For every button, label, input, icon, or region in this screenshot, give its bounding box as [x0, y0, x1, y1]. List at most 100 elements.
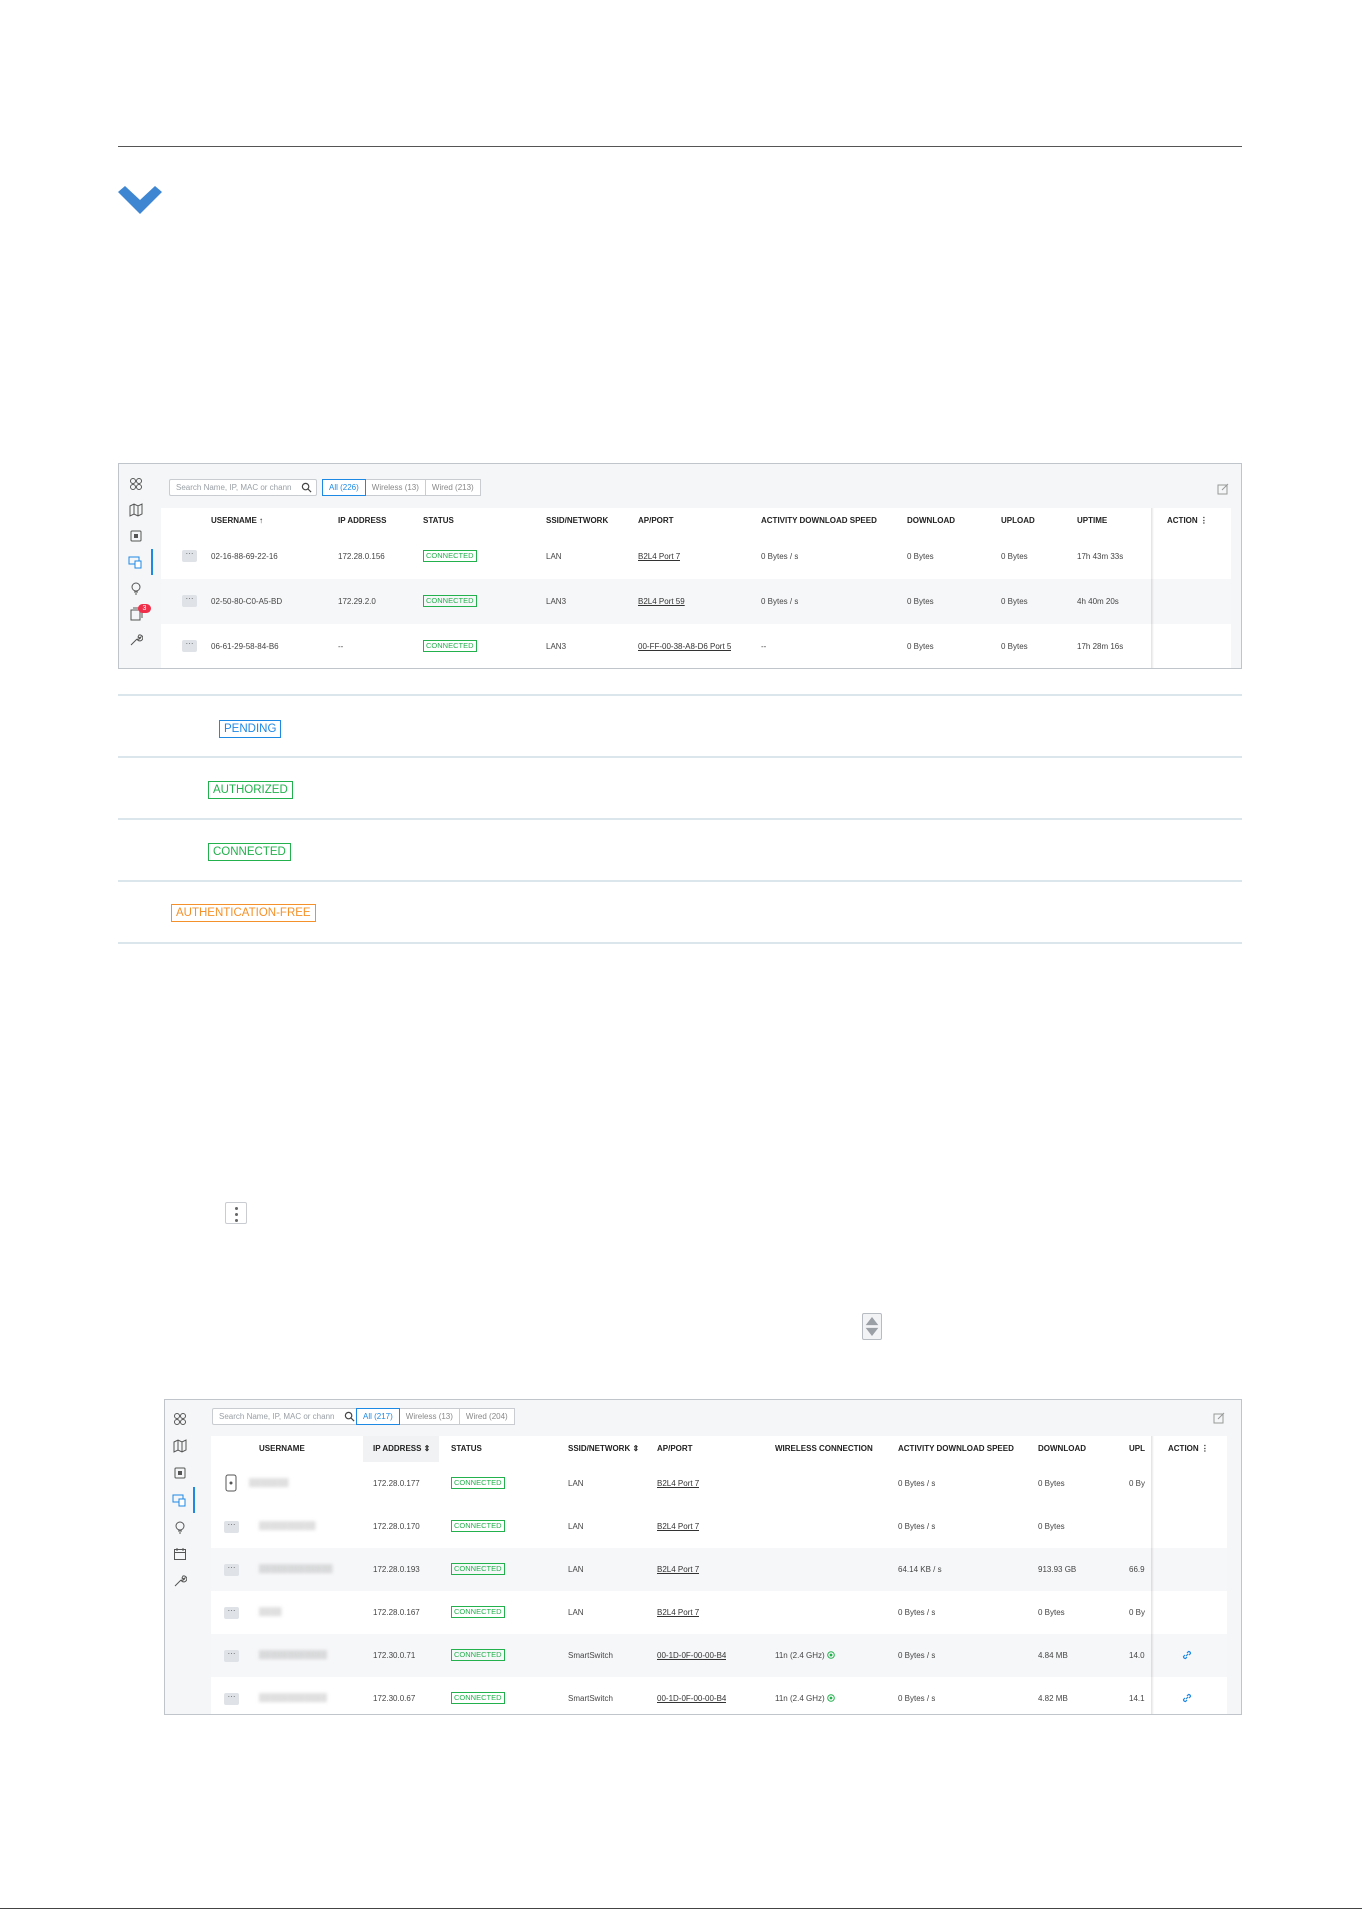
ap-port-link[interactable]: 00-FF-00-38-A8-D6 Port 5: [638, 642, 731, 651]
col-ip-address[interactable]: IP ADDRESS ⇕: [373, 1436, 430, 1462]
clients-table: USERNAME IP ADDRESS ⇕ STATUS SSID/NETWOR…: [211, 1436, 1227, 1714]
status-badge: CONNECTED: [451, 1477, 505, 1489]
more-button[interactable]: ···: [224, 1693, 239, 1705]
col-username[interactable]: USERNAME ↑: [211, 508, 263, 534]
table-row[interactable]: ··· ▒▒▒▒▒▒▒▒▒▒ 172.28.0.170 CONNECTED LA…: [211, 1505, 1227, 1548]
col-ssid-network[interactable]: SSID/NETWORK: [546, 508, 608, 534]
cell-ip: --: [338, 642, 344, 651]
map-icon: [129, 503, 143, 517]
bottom-rule: [0, 1908, 1362, 1909]
cell-activity: 0 Bytes / s: [898, 1522, 936, 1531]
cell-upload: 0 By: [1129, 1608, 1146, 1617]
ap-port-link[interactable]: B2L4 Port 7: [638, 552, 680, 561]
col-action[interactable]: ACTION ⋮: [1168, 1436, 1209, 1462]
tab-wired[interactable]: Wired (213): [424, 479, 481, 496]
signal-icon: [827, 1694, 835, 1702]
table-row[interactable]: ▒▒▒▒▒▒▒ 172.28.0.177 CONNECTED LAN B2L4 …: [211, 1462, 1227, 1505]
tab-all[interactable]: All (226): [322, 479, 366, 496]
search-input[interactable]: Search Name, IP, MAC or chann: [169, 479, 317, 496]
tab-wireless[interactable]: Wireless (13): [398, 1408, 460, 1425]
cell-download: 0 Bytes: [907, 597, 934, 606]
sidebar: [165, 1400, 195, 1714]
sidebar-item-devices[interactable]: [165, 1460, 195, 1486]
ap-port-link[interactable]: B2L4 Port 59: [638, 597, 685, 606]
sidebar-item-clients[interactable]: [165, 1487, 195, 1513]
sidebar-item-insight[interactable]: [165, 1514, 195, 1540]
sidebar-item-clients[interactable]: [119, 549, 153, 575]
col-upload[interactable]: UPL: [1129, 1436, 1145, 1462]
tab-wired[interactable]: Wired (204): [458, 1408, 515, 1425]
more-button[interactable]: ···: [224, 1521, 239, 1533]
table-row[interactable]: ··· ▒▒▒▒▒▒▒▒▒▒▒▒ 172.30.0.67 CONNECTED S…: [211, 1677, 1227, 1714]
table-row[interactable]: ··· 02-16-88-69-22-16 172.28.0.156 CONNE…: [161, 534, 1231, 579]
sidebar-item-tools[interactable]: [119, 627, 153, 653]
col-uptime[interactable]: UPTIME: [1077, 508, 1107, 534]
table-row[interactable]: ··· ▒▒▒▒▒▒▒▒▒▒▒▒ 172.30.0.71 CONNECTED S…: [211, 1634, 1227, 1677]
clients-icon: [172, 1494, 186, 1507]
edit-columns-icon[interactable]: [1213, 1412, 1225, 1424]
cell-ip: 172.28.0.193: [373, 1565, 420, 1574]
cell-download: 4.82 MB: [1038, 1694, 1068, 1703]
search-input[interactable]: Search Name, IP, MAC or chann: [212, 1408, 360, 1425]
sidebar-item-dashboard[interactable]: [119, 471, 153, 497]
cell-ip: 172.30.0.71: [373, 1651, 416, 1660]
sidebar-item-devices[interactable]: [119, 523, 153, 549]
more-button[interactable]: ···: [182, 550, 197, 562]
ap-port-link[interactable]: B2L4 Port 7: [657, 1608, 699, 1617]
link-icon[interactable]: [1181, 1649, 1193, 1661]
legend-divider: [118, 942, 1242, 944]
sidebar-item-dashboard[interactable]: [165, 1406, 195, 1432]
table-row[interactable]: ··· 02-50-80-C0-A5-BD 172.29.2.0 CONNECT…: [161, 579, 1231, 624]
ap-port-link[interactable]: B2L4 Port 7: [657, 1479, 699, 1488]
ap-port-link[interactable]: 00-1D-0F-00-00-B4: [657, 1651, 726, 1660]
more-button[interactable]: ···: [224, 1607, 239, 1619]
col-upload[interactable]: UPLOAD: [1001, 508, 1035, 534]
col-action[interactable]: ACTION ⋮: [1167, 508, 1208, 534]
cell-ssid: LAN3: [546, 597, 567, 606]
phone-icon: [225, 1474, 237, 1492]
col-username[interactable]: USERNAME: [259, 1436, 305, 1462]
sidebar-item-tools[interactable]: [165, 1568, 195, 1594]
status-tag-authentication-free: AUTHENTICATION-FREE: [171, 904, 316, 922]
cell-upload: 14.1: [1129, 1694, 1145, 1703]
col-ap-port[interactable]: AP/PORT: [657, 1436, 693, 1462]
tab-wireless[interactable]: Wireless (13): [364, 479, 426, 496]
col-download[interactable]: DOWNLOAD: [907, 508, 955, 534]
col-ip-address[interactable]: IP ADDRESS: [338, 508, 386, 534]
col-wireless-connection[interactable]: WIRELESS CONNECTION: [775, 1436, 873, 1462]
table-row[interactable]: ··· ▒▒▒▒▒▒▒▒▒▒▒▒▒ 172.28.0.193 CONNECTED…: [211, 1548, 1227, 1591]
more-button[interactable]: ···: [224, 1650, 239, 1662]
cell-wireless: 11n (2.4 GHz): [775, 1694, 835, 1703]
col-ssid-network[interactable]: SSID/NETWORK ⇕: [568, 1436, 639, 1462]
edit-columns-icon[interactable]: [1217, 483, 1229, 495]
sidebar-item-logs[interactable]: 3: [119, 601, 153, 627]
col-status[interactable]: STATUS: [423, 508, 454, 534]
ap-port-link[interactable]: B2L4 Port 7: [657, 1522, 699, 1531]
sidebar-item-insight[interactable]: [119, 575, 153, 601]
status-badge: CONNECTED: [451, 1520, 505, 1532]
search-placeholder: Search Name, IP, MAC or chann: [219, 1412, 335, 1421]
wireless-standard: 11n (2.4 GHz): [775, 1694, 825, 1703]
sidebar-item-schedule[interactable]: [165, 1541, 195, 1567]
table-row[interactable]: ··· 06-61-29-58-84-B6 -- CONNECTED LAN3 …: [161, 624, 1231, 668]
col-ap-port[interactable]: AP/PORT: [638, 508, 674, 534]
table-row[interactable]: ··· ▒▒▒▒ 172.28.0.167 CONNECTED LAN B2L4…: [211, 1591, 1227, 1634]
more-button[interactable]: ···: [182, 640, 197, 652]
col-status[interactable]: STATUS: [451, 1436, 482, 1462]
col-download[interactable]: DOWNLOAD: [1038, 1436, 1086, 1462]
col-activity[interactable]: ACTIVITY DOWNLOAD SPEED: [761, 508, 877, 534]
ap-port-link[interactable]: 00-1D-0F-00-00-B4: [657, 1694, 726, 1703]
cell-activity: --: [761, 642, 767, 651]
sidebar-item-map[interactable]: [165, 1433, 195, 1459]
dashboard-icon: [174, 1413, 186, 1425]
col-activity[interactable]: ACTIVITY DOWNLOAD SPEED: [898, 1436, 1014, 1462]
ap-port-link[interactable]: B2L4 Port 7: [657, 1565, 699, 1574]
more-button[interactable]: ···: [224, 1564, 239, 1576]
cell-activity: 0 Bytes / s: [761, 552, 799, 561]
sidebar-item-map[interactable]: [119, 497, 153, 523]
link-icon[interactable]: [1181, 1692, 1193, 1704]
tab-all[interactable]: All (217): [356, 1408, 400, 1425]
clients-screenshot-1: 3 Search Name, IP, MAC or chann All (226…: [118, 463, 1242, 669]
more-button[interactable]: ···: [182, 595, 197, 607]
dashboard-icon: [130, 478, 142, 490]
